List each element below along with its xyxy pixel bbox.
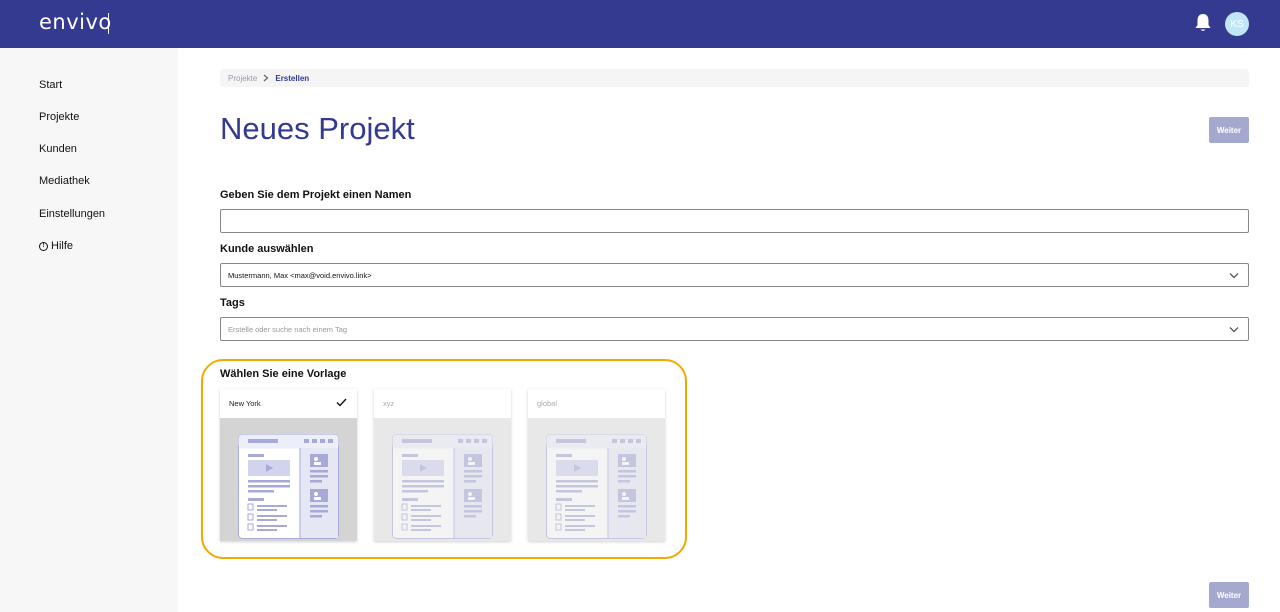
sidebar-item-label: Projekte [39, 111, 80, 123]
customer-select[interactable]: Mustermann, Max <max@void.envivo.link> [220, 263, 1249, 287]
template-card-xyz[interactable]: xyz [374, 389, 511, 541]
tags-label: Tags [220, 297, 245, 309]
template-section-title: Wählen Sie eine Vorlage [220, 368, 347, 380]
sidebar-item-label: Hilfe [51, 240, 74, 252]
page-title: Neues Projekt [220, 111, 415, 146]
customer-select-value: Mustermann, Max <max@void.envivo.link> [228, 270, 372, 280]
template-card-global[interactable]: global [528, 389, 665, 541]
layout-preview-icon [238, 434, 339, 539]
breadcrumb-current: Erstellen [275, 73, 310, 83]
logo[interactable]: envivo [39, 10, 112, 34]
chevron-down-icon [1229, 273, 1239, 279]
customer-label: Kunde auswählen [220, 243, 314, 255]
template-card-header: global [528, 389, 665, 418]
avatar[interactable]: KS [1225, 12, 1249, 36]
next-button-top[interactable]: Weiter [1209, 117, 1249, 143]
chevron-down-icon [1229, 327, 1239, 333]
template-name: xyz [383, 399, 395, 408]
template-card-new-york[interactable]: New York [220, 389, 357, 541]
template-preview [374, 418, 511, 541]
sidebar-item-projekte[interactable]: Projekte [39, 111, 79, 123]
chevron-right-icon [263, 74, 269, 82]
bell-icon[interactable] [1194, 13, 1212, 33]
tags-select[interactable]: Erstelle oder suche nach einem Tag [220, 317, 1249, 341]
breadcrumb-parent[interactable]: Projekte [228, 74, 257, 83]
next-button-bottom[interactable]: Weiter [1209, 582, 1249, 608]
checkmark-icon [336, 398, 347, 407]
sidebar-item-label: Kunden [39, 143, 77, 155]
project-name-input[interactable] [220, 209, 1249, 233]
sidebar-item-mediathek[interactable]: Mediathek [39, 175, 90, 187]
layout-preview-icon [546, 434, 647, 539]
sidebar-item-label: Start [39, 79, 63, 91]
sidebar-item-start[interactable]: Start [39, 79, 62, 91]
sidebar [0, 48, 178, 612]
template-name: New York [229, 399, 261, 408]
template-card-header: xyz [374, 389, 511, 418]
sidebar-item-kunden[interactable]: Kunden [39, 143, 77, 155]
sidebar-item-einstellungen[interactable]: Einstellungen [39, 208, 105, 220]
sidebar-item-label: Einstellungen [39, 208, 106, 220]
layout-preview-icon [392, 434, 493, 539]
project-name-label: Geben Sie dem Projekt einen Namen [220, 189, 412, 201]
top-bar: envivo KS [0, 0, 1280, 48]
help-circle-icon: ! [39, 241, 48, 251]
tags-select-placeholder: Erstelle oder suche nach einem Tag [228, 324, 348, 334]
sidebar-item-label: Mediathek [39, 175, 90, 187]
logo-divider [108, 13, 109, 34]
template-card-header: New York [220, 389, 357, 418]
template-name: global [537, 399, 558, 408]
sidebar-item-hilfe[interactable]: ! Hilfe [39, 240, 73, 252]
breadcrumb: Projekte Erstellen [220, 69, 1249, 87]
template-preview [220, 418, 357, 541]
template-preview [528, 418, 665, 541]
